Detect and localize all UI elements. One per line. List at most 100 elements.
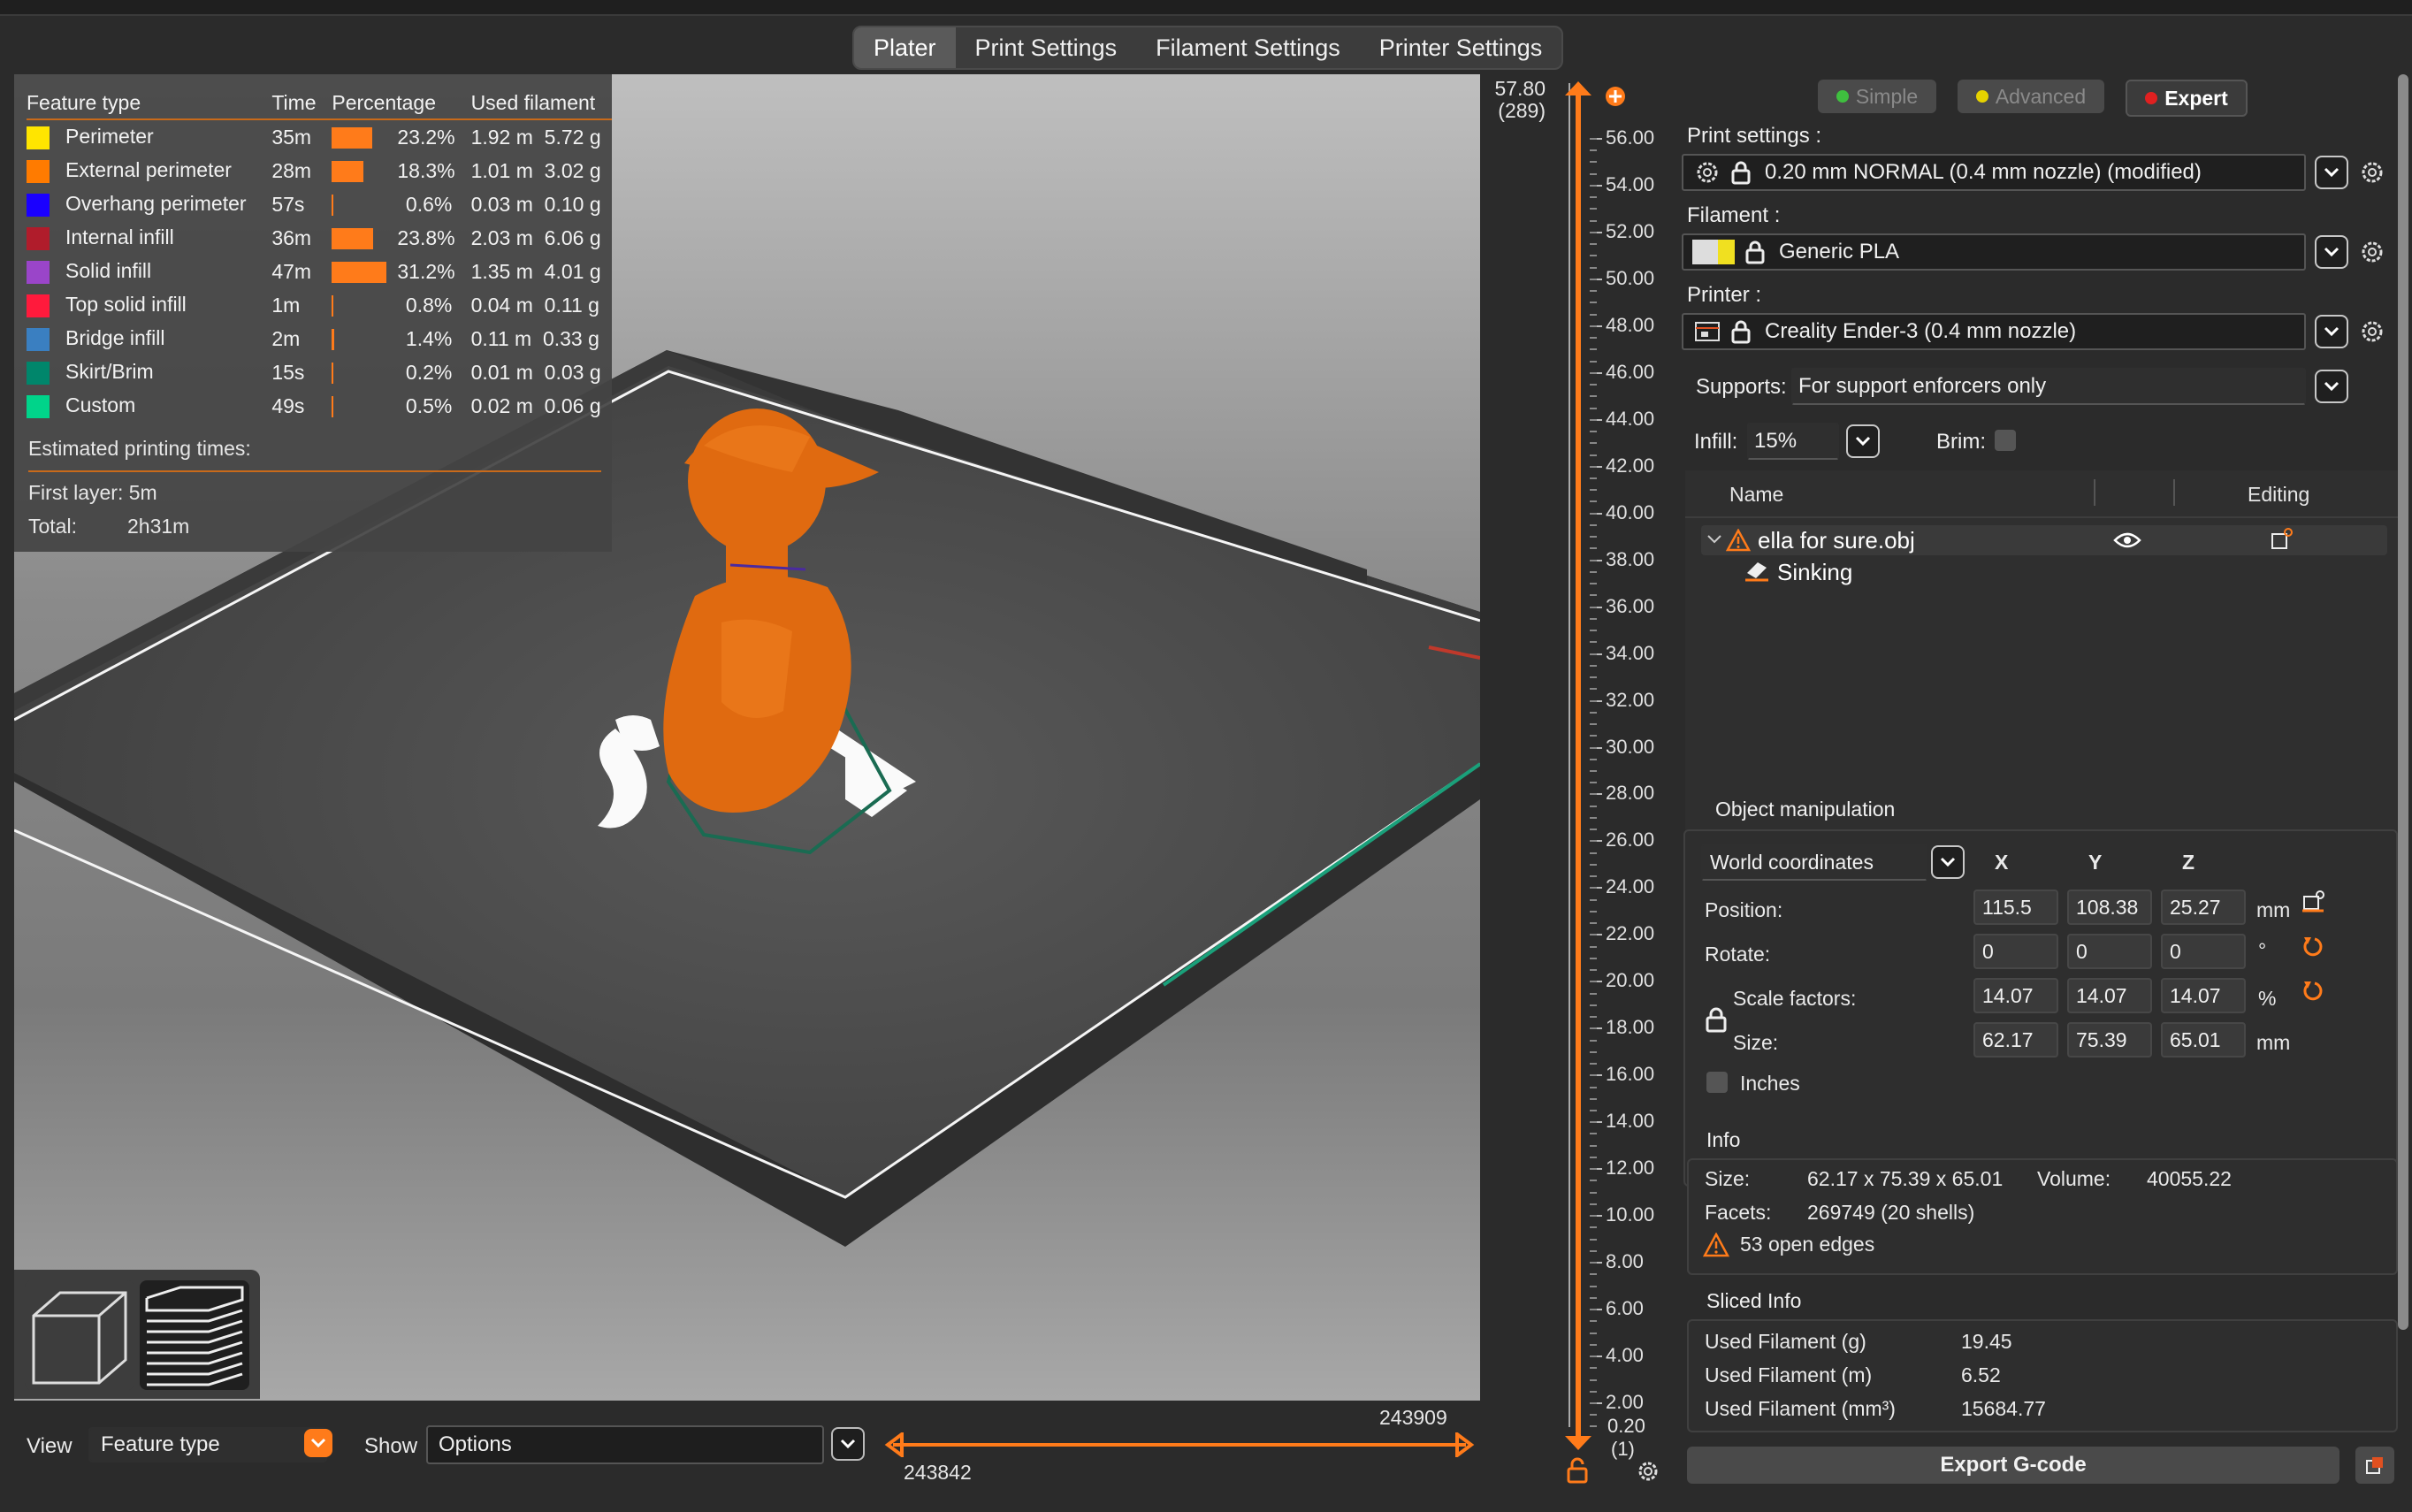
range-upper-value: 243909 xyxy=(1379,1406,1447,1429)
layer-minor-tick xyxy=(1590,1168,1597,1171)
filament-weight: 0.11 g xyxy=(544,293,599,317)
layer-minor-tick xyxy=(1590,1016,1597,1019)
position-z-field[interactable]: 25.27 xyxy=(2161,890,2246,925)
print-settings-label: Print settings : xyxy=(1687,124,1822,148)
layer-tick-label: 32.00 xyxy=(1606,688,1655,711)
printer-combo[interactable]: Creality Ender-3 (0.4 mm nozzle) xyxy=(1682,313,2306,350)
printer-dropdown-button[interactable] xyxy=(2315,315,2348,348)
column-name-header: Name xyxy=(1729,483,1784,506)
gear-icon[interactable] xyxy=(2359,239,2385,265)
size-z-field[interactable]: 65.01 xyxy=(2161,1022,2246,1058)
layer-minor-tick xyxy=(1590,431,1597,433)
percentage-value: 31.2% xyxy=(397,259,455,283)
layer-minor-tick xyxy=(1590,360,1597,363)
layer-minor-tick xyxy=(1590,875,1597,878)
scale-z-field[interactable]: 14.07 xyxy=(2161,978,2246,1013)
supports-combo[interactable]: For support enforcers only xyxy=(1791,368,2306,405)
object-manipulation-title: Object manipulation xyxy=(1715,798,1896,821)
coordinates-dropdown-button[interactable] xyxy=(1931,845,1965,879)
coordinates-value: World coordinates xyxy=(1710,850,1874,874)
filament-combo[interactable]: Generic PLA xyxy=(1682,233,2306,271)
tab-plater[interactable]: Plater xyxy=(854,27,956,68)
info-volume-label: Volume: xyxy=(2037,1167,2111,1190)
axis-z-label: Z xyxy=(2182,851,2195,874)
show-dropdown-button[interactable] xyxy=(831,1427,865,1461)
rotate-z-field[interactable]: 0 xyxy=(2161,934,2246,969)
gear-icon[interactable] xyxy=(1636,1459,1660,1484)
tab-print-settings[interactable]: Print Settings xyxy=(956,27,1137,68)
simple-dot-icon xyxy=(1836,90,1849,103)
print-settings-combo[interactable]: 0.20 mm NORMAL (0.4 mm nozzle) (modified… xyxy=(1682,154,2306,191)
coordinates-combo[interactable]: World coordinates xyxy=(1701,844,1927,881)
rotate-x-field[interactable]: 0 xyxy=(1973,934,2058,969)
range-right-handle[interactable] xyxy=(1454,1432,1475,1457)
layer-minor-tick xyxy=(1590,653,1597,655)
layer-slider-panel: 57.80 (289) 56.00 54.00 52.00 50.00 48.00 46.… xyxy=(1480,74,1664,1489)
inches-label: Inches xyxy=(1740,1072,1800,1095)
infill-dropdown-button[interactable] xyxy=(1846,424,1880,458)
view-select[interactable]: Feature type xyxy=(88,1427,327,1462)
feature-name: Overhang perimeter xyxy=(65,192,247,216)
layer-minor-tick xyxy=(1590,454,1597,456)
legend-percentage-cell: 0.2% xyxy=(332,355,470,389)
scale-x-field[interactable]: 14.07 xyxy=(1973,978,2058,1013)
feature-legend: Feature type Time Percentage Used filame… xyxy=(14,74,612,552)
range-left-handle[interactable] xyxy=(884,1432,905,1457)
supports-dropdown-button[interactable] xyxy=(2315,370,2348,403)
show-options-select[interactable]: Options xyxy=(426,1425,824,1464)
column-editing-header: Editing xyxy=(2248,483,2310,506)
size-x-field[interactable]: 62.17 xyxy=(1973,1022,2058,1058)
tab-filament-settings[interactable]: Filament Settings xyxy=(1136,27,1360,68)
reset-rotation-icon[interactable] xyxy=(2301,934,2325,958)
layer-minor-tick xyxy=(1590,465,1597,468)
brim-checkbox[interactable] xyxy=(1995,430,2016,451)
export-gcode-button[interactable]: Export G-code xyxy=(1687,1447,2339,1484)
chevron-down-icon xyxy=(2324,247,2339,257)
3d-view-button[interactable] xyxy=(25,1280,134,1390)
info-facets-label: Facets: xyxy=(1705,1201,1772,1224)
percentage-value: 23.2% xyxy=(397,125,455,149)
preview-button[interactable] xyxy=(140,1280,249,1390)
feature-color-swatch xyxy=(27,193,50,217)
scale-y-field[interactable]: 14.07 xyxy=(2067,978,2152,1013)
sidebar-scrollbar[interactable] xyxy=(2398,74,2408,1330)
mode-advanced-button[interactable]: Advanced xyxy=(1958,80,2104,113)
layer-minor-tick xyxy=(1590,208,1597,210)
print-settings-dropdown-button[interactable] xyxy=(2315,156,2348,189)
gear-icon[interactable] xyxy=(2359,318,2385,345)
reset-scale-icon[interactable] xyxy=(2301,978,2325,1003)
axis-x-label: X xyxy=(1995,851,2009,874)
horizontal-range-slider[interactable] xyxy=(893,1443,1466,1447)
rotate-y-field[interactable]: 0 xyxy=(2067,934,2152,969)
layer-minor-tick xyxy=(1590,1133,1597,1135)
chevron-down-icon xyxy=(2324,326,2339,337)
mode-expert-button[interactable]: Expert xyxy=(2126,80,2248,117)
inches-checkbox[interactable] xyxy=(1706,1072,1728,1093)
lock-scale-icon[interactable] xyxy=(1705,1006,1728,1033)
eye-icon[interactable] xyxy=(2113,531,2141,550)
legend-feature-cell: External perimeter xyxy=(27,154,271,187)
position-y-field[interactable]: 108.38 xyxy=(2067,890,2152,925)
chevron-down-icon[interactable] xyxy=(1706,534,1722,545)
legend-row: Custom 49s 0.5% 0.02 m 0.06 g xyxy=(27,389,612,423)
edit-object-icon[interactable] xyxy=(2269,527,2294,552)
view-dropdown-button[interactable] xyxy=(304,1429,332,1457)
send-to-printer-button[interactable] xyxy=(2355,1447,2394,1484)
object-row[interactable]: ella for sure.obj xyxy=(1701,525,2387,555)
gear-icon[interactable] xyxy=(2359,159,2385,186)
feature-color-swatch xyxy=(27,394,50,418)
layer-tick-label: 10.00 xyxy=(1606,1203,1655,1226)
drop-to-bed-icon[interactable] xyxy=(2301,890,2325,914)
position-x-field[interactable]: 115.5 xyxy=(1973,890,2058,925)
size-label: Size: xyxy=(1733,1031,1779,1054)
lock-icon[interactable] xyxy=(1565,1457,1590,1484)
print-settings-value: 0.20 mm NORMAL (0.4 mm nozzle) (modified… xyxy=(1765,160,2202,184)
legend-feature-cell: Top solid infill xyxy=(27,288,271,322)
filament-dropdown-button[interactable] xyxy=(2315,235,2348,269)
legend-feature-cell: Perimeter xyxy=(27,119,271,154)
mode-simple-button[interactable]: Simple xyxy=(1818,80,1936,113)
size-y-field[interactable]: 75.39 xyxy=(2067,1022,2152,1058)
infill-combo[interactable]: 15% xyxy=(1747,423,1839,460)
filament-length: 0.01 m xyxy=(470,360,533,384)
tab-printer-settings[interactable]: Printer Settings xyxy=(1360,27,1562,68)
